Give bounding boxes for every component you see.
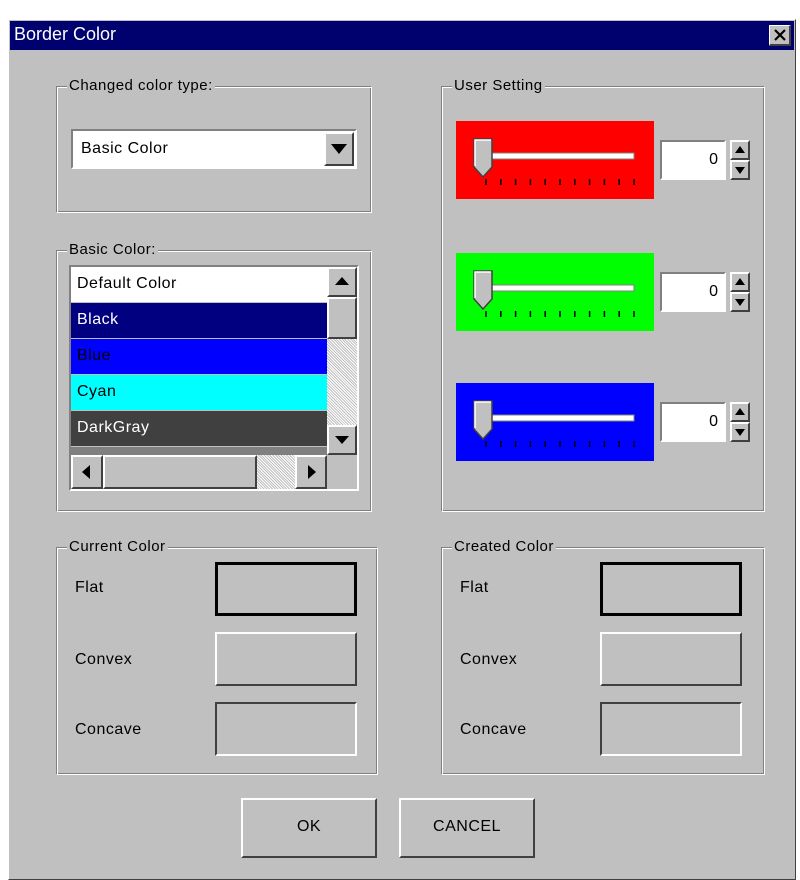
basic-color-listbox[interactable]: Default ColorBlackBlueCyanDarkGrayGray [69, 265, 359, 491]
red-value-input[interactable]: 0 [660, 140, 726, 180]
spin-buttons [730, 272, 750, 312]
slider-thumb[interactable] [473, 138, 493, 179]
slider-track [485, 284, 635, 292]
chevron-down-icon [331, 144, 347, 154]
scroll-left-arrow-icon [82, 465, 90, 479]
current-color-label: Current Color [67, 538, 168, 556]
border-color-dialog: Border Color Changed color type: Basic C… [8, 19, 796, 880]
color-list-item[interactable]: DarkGray [71, 411, 327, 447]
red-value-spinner[interactable]: 0 [660, 140, 750, 180]
spin-up-button[interactable] [730, 140, 750, 160]
color-list-item[interactable]: Default Color [71, 267, 327, 303]
green-value-spinner[interactable]: 0 [660, 272, 750, 312]
spin-down-icon [735, 299, 745, 306]
changed-color-type-group: Changed color type: Basic Color [56, 77, 372, 213]
spin-up-button[interactable] [730, 272, 750, 292]
current-convex-label: Convex [75, 651, 133, 668]
current-flat-label: Flat [75, 579, 104, 596]
created-convex-swatch [600, 632, 742, 686]
created-flat-swatch [600, 562, 742, 616]
color-list-item[interactable]: Gray [71, 447, 327, 455]
red-value: 0 [709, 151, 718, 168]
current-flat-swatch [215, 562, 357, 616]
color-list-item[interactable]: Black [71, 303, 327, 339]
spin-down-button[interactable] [730, 160, 750, 180]
current-concave-label: Concave [75, 721, 142, 738]
created-concave-swatch [600, 702, 742, 756]
basic-color-list: Default ColorBlackBlueCyanDarkGrayGray [71, 267, 327, 455]
blue-value-spinner[interactable]: 0 [660, 402, 750, 442]
created-convex-label: Convex [460, 651, 518, 668]
changed-color-type-label: Changed color type: [67, 77, 215, 95]
spin-down-button[interactable] [730, 422, 750, 442]
scroll-up-arrow-icon [335, 277, 349, 285]
green-value: 0 [709, 283, 718, 300]
basic-color-label: Basic Color: [67, 241, 158, 259]
color-list-item[interactable]: Blue [71, 339, 327, 375]
spin-up-button[interactable] [730, 402, 750, 422]
green-value-input[interactable]: 0 [660, 272, 726, 312]
spin-down-button[interactable] [730, 292, 750, 312]
scroll-down-button[interactable] [327, 425, 357, 455]
current-color-group: Current Color Flat Convex Concave [56, 538, 378, 775]
slider-thumb[interactable] [473, 270, 493, 311]
close-button[interactable] [769, 25, 791, 46]
basic-color-group: Basic Color: Default Color Black Blue Cyan D… [56, 241, 372, 512]
spin-up-icon [735, 278, 745, 285]
color-type-selected-value: Basic Color [81, 140, 169, 157]
green-slider[interactable] [456, 253, 654, 331]
scroll-right-button[interactable] [295, 455, 327, 489]
close-icon [774, 29, 786, 41]
horizontal-scrollbar[interactable] [71, 455, 327, 489]
blue-value-input[interactable]: 0 [660, 402, 726, 442]
spin-buttons [730, 402, 750, 442]
blue-slider[interactable] [456, 383, 654, 461]
vertical-scroll-thumb[interactable] [327, 297, 357, 339]
user-setting-label: User Setting [452, 77, 545, 95]
slider-track [485, 152, 635, 160]
created-concave-label: Concave [460, 721, 527, 738]
color-type-dropdown-button[interactable] [324, 132, 354, 166]
spin-down-icon [735, 167, 745, 174]
horizontal-scroll-thumb[interactable] [103, 455, 257, 489]
color-type-select[interactable]: Basic Color [71, 129, 357, 169]
cancel-button[interactable]: CANCEL [399, 798, 535, 858]
spin-up-icon [735, 146, 745, 153]
user-setting-group: User Setting 0 0 0 [441, 77, 765, 512]
ok-button[interactable]: OK [241, 798, 377, 858]
scroll-down-arrow-icon [335, 436, 349, 444]
blue-value: 0 [709, 413, 718, 430]
title-bar: Border Color [10, 21, 794, 50]
scroll-up-button[interactable] [327, 267, 357, 297]
scroll-right-arrow-icon [308, 465, 316, 479]
created-flat-label: Flat [460, 579, 489, 596]
window-title: Border Color [14, 24, 117, 44]
red-slider[interactable] [456, 121, 654, 199]
slider-thumb[interactable] [473, 400, 493, 441]
scrollbar-corner [327, 455, 357, 489]
spin-up-icon [735, 408, 745, 415]
scroll-left-button[interactable] [71, 455, 103, 489]
current-concave-swatch [215, 702, 357, 756]
slider-track [485, 414, 635, 422]
created-color-label: Created Color [452, 538, 556, 556]
current-convex-swatch [215, 632, 357, 686]
spin-buttons [730, 140, 750, 180]
color-list-item[interactable]: Cyan [71, 375, 327, 411]
vertical-scrollbar[interactable] [327, 267, 357, 455]
spin-down-icon [735, 429, 745, 436]
created-color-group: Created Color Flat Convex Concave [441, 538, 765, 775]
